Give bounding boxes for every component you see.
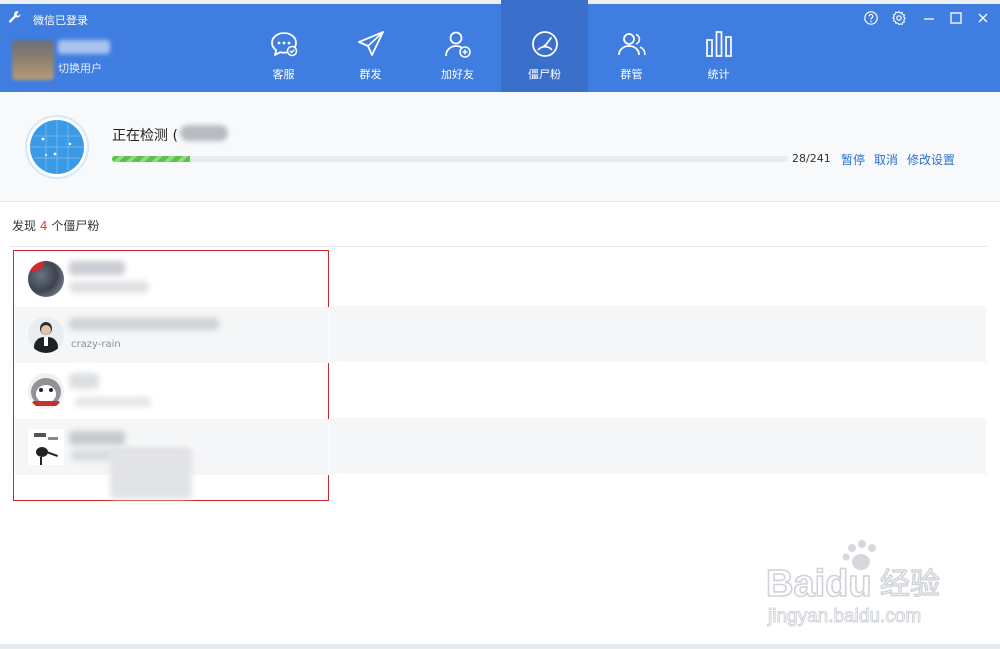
tab-mass-send[interactable]: 群发 <box>327 0 414 92</box>
scan-progress-fill <box>112 156 191 162</box>
pause-button[interactable]: 暂停 <box>841 151 865 168</box>
chat-icon <box>270 32 297 57</box>
minimize-icon[interactable] <box>921 10 937 26</box>
cancel-button[interactable]: 取消 <box>874 151 898 168</box>
contact-avatar <box>28 373 64 409</box>
tab-label: 群发 <box>359 68 382 81</box>
tab-label: 加好友 <box>441 68 474 81</box>
found-summary: 发现 4 个僵尸粉 <box>12 217 99 234</box>
list-item[interactable] <box>15 363 329 419</box>
scan-progress-count: 28/241 <box>792 152 831 165</box>
settings-icon[interactable] <box>891 10 907 26</box>
header-bar: 微信已登录 切换用户 客服 群发 加好友 僵尸粉 群管 统计 <box>0 0 1000 92</box>
found-count: 4 <box>39 219 48 233</box>
zombie-fan-list: crazy-rain <box>13 250 329 501</box>
tab-customer-service[interactable]: 客服 <box>240 0 327 92</box>
tab-label: 客服 <box>272 68 295 81</box>
contact-name-redacted <box>69 373 99 389</box>
close-icon[interactable] <box>975 10 991 26</box>
radar-icon <box>25 115 89 179</box>
switch-user-link[interactable]: 切换用户 <box>58 60 102 76</box>
contact-name-redacted <box>69 318 219 330</box>
contact-id-redacted <box>75 397 151 407</box>
tab-zombie-fans[interactable]: 僵尸粉 <box>501 0 588 92</box>
gauge-icon <box>531 31 558 57</box>
list-stripe <box>330 418 986 474</box>
app-window: 微信已登录 切换用户 客服 群发 加好友 僵尸粉 群管 统计 正在检测 (28… <box>0 0 1000 649</box>
baidu-watermark: Baidu 经验 jingyan.baidu.com <box>765 540 941 628</box>
main-nav: 客服 群发 加好友 僵尸粉 群管 统计 <box>240 0 762 92</box>
contact-avatar <box>28 317 64 353</box>
bottom-strip <box>0 644 1000 649</box>
watermark-url: jingyan.baidu.com <box>767 606 921 627</box>
tab-label: 统计 <box>707 68 730 81</box>
maximize-icon[interactable] <box>948 10 964 26</box>
tab-label: 群管 <box>620 68 643 81</box>
group-icon <box>617 33 646 56</box>
add-friend-icon <box>444 31 471 58</box>
found-suffix: 个僵尸粉 <box>51 219 100 233</box>
send-icon <box>357 31 384 56</box>
tab-statistics[interactable]: 统计 <box>675 0 762 92</box>
contact-id-redacted <box>69 281 149 293</box>
contact-subtitle: crazy-rain <box>71 339 121 350</box>
list-item[interactable]: crazy-rain <box>15 307 329 363</box>
scan-title-redacted <box>180 125 228 141</box>
wrench-icon <box>8 11 21 23</box>
results-divider <box>10 246 988 247</box>
contact-name-redacted <box>69 431 125 445</box>
user-avatar[interactable] <box>12 40 56 80</box>
user-name-redacted <box>58 40 110 54</box>
user-avatar-image <box>12 40 54 80</box>
list-item[interactable] <box>15 251 329 307</box>
contact-avatar <box>28 261 64 297</box>
watermark-cn: 经验 <box>880 567 940 602</box>
modify-settings-button[interactable]: 修改设置 <box>907 151 955 168</box>
window-title: 微信已登录 <box>33 14 88 27</box>
tab-group-manage[interactable]: 群管 <box>588 0 675 92</box>
scan-status-panel: 正在检测 ( 28/241 暂停 取消 修改设置 <box>0 92 1000 202</box>
found-prefix: 发现 <box>12 219 37 233</box>
tab-add-friend[interactable]: 加好友 <box>414 0 501 92</box>
list-stripe <box>330 306 986 362</box>
contact-extra-redacted <box>110 449 192 499</box>
watermark-brand: Baidu <box>766 563 872 605</box>
contact-name-redacted <box>69 261 125 275</box>
help-icon[interactable] <box>863 10 879 26</box>
tab-label: 僵尸粉 <box>528 68 561 81</box>
scan-title: 正在检测 ( <box>112 128 178 144</box>
scan-progress-bar <box>112 156 788 162</box>
contact-avatar <box>28 429 64 465</box>
bar-chart-icon <box>705 31 732 57</box>
